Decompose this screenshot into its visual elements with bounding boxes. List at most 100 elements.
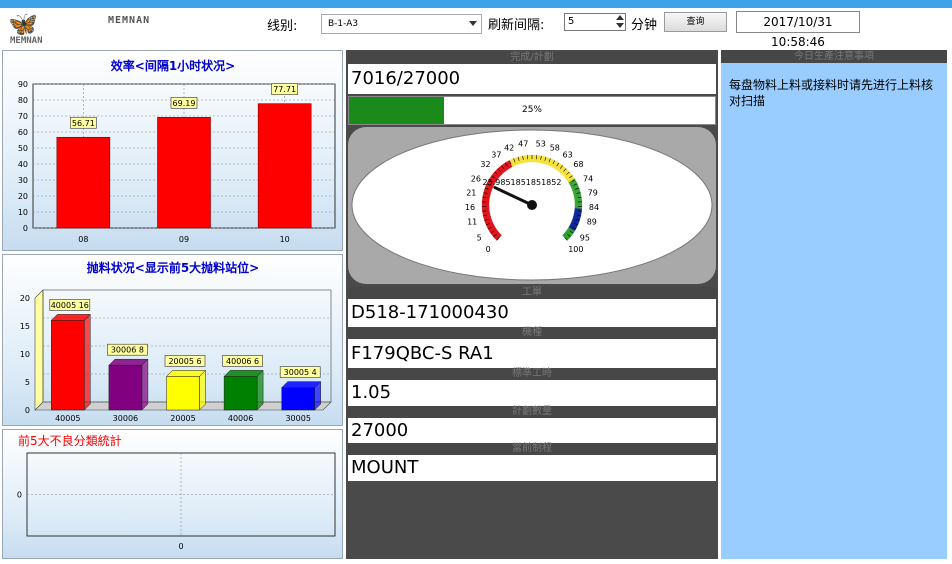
gauge-tick-label: 89 [587, 217, 597, 226]
logo-brand-text: MEMNAN [108, 15, 150, 26]
efficiency-y-tick: 80 [18, 96, 28, 105]
completion-value: 7016/27000 [348, 64, 716, 94]
gauge-tick-label: 42 [504, 143, 514, 152]
efficiency-y-tick: 20 [18, 192, 28, 201]
efficiency-y-tick: 40 [18, 160, 28, 169]
line-select[interactable]: B-1-A3 [321, 14, 482, 34]
efficiency-y-tick: 90 [18, 80, 28, 89]
throw-left-wall [35, 290, 43, 410]
throw-chart-title: 抛料状况<显示前5大抛料站位> [87, 260, 259, 275]
notice-header: 今日生產注意事項 [721, 50, 947, 63]
efficiency-y-tick: 10 [18, 208, 28, 217]
throw-y-tick: 10 [20, 350, 30, 359]
efficiency-bar [158, 117, 211, 228]
efficiency-chart: 效率<间隔1小时状况> 010203040506070809056.710869… [3, 51, 344, 252]
efficiency-x-tick: 08 [78, 235, 88, 244]
gauge-tick-label: 0 [486, 245, 491, 254]
throw-bar-side [200, 370, 206, 410]
throw-bar [167, 376, 200, 410]
field-header: 當前制程 [348, 443, 716, 455]
throw-bar [109, 365, 142, 410]
defect-chart-panel: 前5大不良分類統計 0 0 [2, 429, 343, 559]
logo-brand-subtext: MEMNAN [10, 36, 43, 46]
defect-x-tick: 0 [178, 542, 183, 551]
efficiency-y-tick: 0 [23, 224, 28, 233]
refresh-interval-value: 5 [568, 16, 574, 27]
notice-panel: 今日生產注意事項 每盘物料上料或接料时请先进行上料核对扫描 [721, 50, 947, 559]
refresh-interval-spinner[interactable]: 5 [564, 13, 626, 31]
efficiency-chart-panel: 效率<间隔1小时状况> 010203040506070809056.710869… [2, 50, 343, 251]
efficiency-y-tick: 60 [18, 128, 28, 137]
throw-bar-side [142, 359, 148, 410]
gauge-tick-label: 21 [466, 188, 476, 197]
throw-bar-top [224, 370, 263, 376]
throw-y-tick: 5 [25, 378, 30, 387]
completion-progress-label: 25% [349, 97, 715, 124]
field-header: 機種 [348, 327, 716, 339]
field-value: 1.05 [348, 380, 716, 406]
efficiency-x-tick: 09 [179, 235, 189, 244]
efficiency-chart-title: 效率<间隔1小时状况> [111, 58, 235, 73]
completion-gauge-area: 0511162126323742475358636874798489951002… [348, 127, 716, 284]
gauge-tick-label: 100 [568, 245, 583, 254]
field-value: D518-171000430 [348, 299, 716, 327]
chevron-down-icon[interactable] [469, 21, 477, 26]
efficiency-y-tick: 50 [18, 144, 28, 153]
throw-y-tick: 15 [20, 322, 30, 331]
efficiency-bar [258, 104, 311, 228]
line-label: 线别: [267, 15, 297, 34]
throw-bar [51, 320, 84, 410]
efficiency-value-label: 56.71 [72, 119, 95, 128]
spin-down-icon[interactable] [616, 23, 624, 28]
efficiency-y-tick: 30 [18, 176, 28, 185]
gauge-tick-label: 84 [589, 203, 599, 212]
gauge-tick-label: 53 [536, 140, 546, 149]
efficiency-value-label: 77.71 [273, 85, 296, 94]
gauge-tick-label: 16 [465, 203, 475, 212]
field-header: 標準工時 [348, 368, 716, 380]
throw-value-label: 30005 4 [284, 368, 317, 377]
throw-y-tick: 0 [25, 406, 30, 415]
throw-x-tick: 30006 [113, 414, 138, 423]
field-value: 27000 [348, 418, 716, 443]
throw-bar-top [109, 359, 148, 365]
gauge-tick-label: 37 [491, 150, 501, 159]
gauge-tick-label: 74 [583, 175, 593, 184]
defect-y-tick: 0 [17, 491, 22, 500]
defect-chart-title: 前5大不良分類統計 [18, 433, 122, 448]
line-select-value: B-1-A3 [328, 19, 358, 29]
field-value: F179QBC-S RA1 [348, 339, 716, 368]
throw-y-tick: 20 [20, 294, 30, 303]
gauge-band-segment [528, 155, 532, 162]
throw-bar-top [167, 370, 206, 376]
gauge-hub [527, 200, 537, 210]
gauge-tick-label: 79 [588, 188, 598, 197]
throw-value-label: 40005 16 [51, 301, 89, 310]
throw-bar-side [257, 370, 263, 410]
throw-x-tick: 40006 [228, 414, 253, 423]
completion-header: 完成/計劃 [348, 52, 716, 64]
gauge-tick-label: 95 [580, 233, 590, 242]
field-value: MOUNT [348, 455, 716, 481]
field-header: 工單 [348, 287, 716, 299]
throw-bar-side [84, 314, 90, 410]
gauge-tick-label: 63 [563, 150, 573, 159]
efficiency-bar [57, 137, 110, 228]
gauge-band-segment [482, 205, 489, 209]
query-button[interactable]: 查询 [664, 12, 727, 32]
completion-progress-bar: 25% [348, 96, 716, 125]
spin-up-icon[interactable] [616, 15, 624, 20]
throw-x-tick: 20005 [170, 414, 195, 423]
throw-chart: 抛料状况<显示前5大抛料站位> 0510152040005 1640005300… [3, 255, 344, 427]
efficiency-y-tick: 70 [18, 112, 28, 121]
refresh-interval-label: 刷新间隔: [488, 14, 544, 33]
field-header: 計劃數量 [348, 406, 716, 418]
defect-chart: 前5大不良分類統計 0 0 [3, 430, 344, 560]
datetime-display: 2017/10/31 10:58:46 [736, 11, 860, 33]
gauge-readout: 25.9851851851852 [483, 178, 562, 187]
efficiency-x-tick: 10 [280, 235, 290, 244]
gauge-tick-label: 11 [467, 217, 477, 226]
throw-x-tick: 30005 [285, 414, 310, 423]
throw-value-label: 40006 6 [226, 357, 259, 366]
refresh-unit-label: 分钟 [631, 14, 657, 33]
